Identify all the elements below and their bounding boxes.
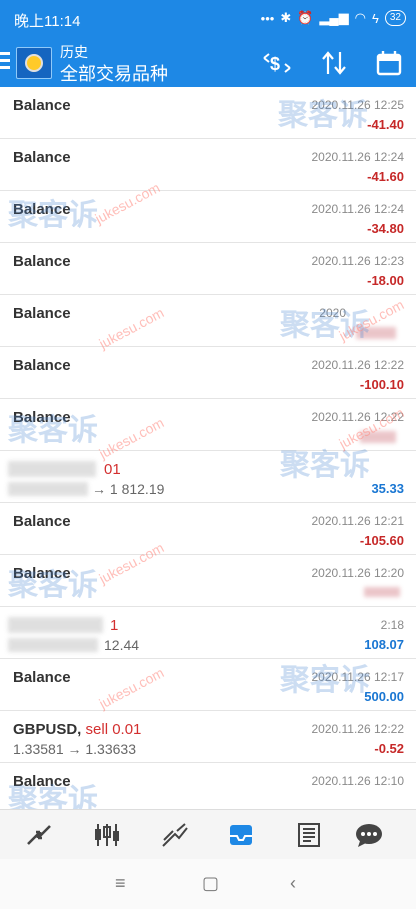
row-side: sell 0.01 xyxy=(85,721,142,738)
svg-text:$: $ xyxy=(270,54,280,74)
redacted-prices xyxy=(8,482,88,496)
history-row[interactable]: Balance 2020.11.26 12:20 xyxy=(0,555,416,607)
row-amount: -0.52 xyxy=(374,741,404,756)
history-row[interactable]: Balance 2020.11.26 12:10 xyxy=(0,763,416,809)
history-row[interactable]: Balance 2020.11.26 12:25 -41.40 xyxy=(0,87,416,139)
dots-icon: ••• xyxy=(260,10,275,26)
row-time: 2020.11.26 12:21 xyxy=(311,514,404,528)
row-time: 2020.11.26 12:17 xyxy=(311,670,404,684)
row-symbol: Balance xyxy=(13,253,71,270)
back-icon[interactable]: ‹ xyxy=(290,873,296,894)
row-side: 1 xyxy=(110,617,119,634)
row-amount: -34.80 xyxy=(367,221,404,236)
system-nav-bar: ≡ ▢ ‹ xyxy=(0,859,416,909)
news-icon[interactable] xyxy=(294,822,324,848)
row-symbol: Balance xyxy=(13,357,71,374)
symbol-filter[interactable]: 全部交易品种 xyxy=(60,60,168,86)
row-symbol: GBPUSD, sell 0.01 xyxy=(13,721,142,738)
history-row[interactable]: Balance 2020 xyxy=(0,295,416,347)
row-prices: 12.44 xyxy=(104,637,140,653)
row-symbol: Balance xyxy=(13,565,71,582)
history-row[interactable]: Balance 2020.11.26 12:21 -105.60 xyxy=(0,503,416,555)
row-amount: -18.00 xyxy=(367,273,404,288)
row-prices: 1.33581 → 1.33633 xyxy=(13,741,136,757)
charging-icon: ϟ xyxy=(371,10,379,26)
history-row[interactable]: GBPUSD, sell 0.01 1.33581 → 1.33633 2020… xyxy=(0,711,416,763)
row-time: 2020.11.26 12:22 xyxy=(311,722,404,736)
row-amount: 108.07 xyxy=(364,637,404,652)
row-side: 01 xyxy=(104,461,121,478)
row-time: 2020.11.26 12:10 xyxy=(311,774,404,788)
app-logo[interactable] xyxy=(16,47,52,79)
history-list[interactable]: Balance 2020.11.26 12:25 -41.40 Balance … xyxy=(0,87,416,809)
status-icons: ••• ✱ ⏰ ▂▄▆ ◠ ϟ 32 xyxy=(261,10,406,26)
page-title: 历史 xyxy=(60,44,88,60)
row-time: 2020.11.26 12:24 xyxy=(311,202,404,216)
history-row[interactable]: Balance 2020.11.26 12:24 -34.80 xyxy=(0,191,416,243)
calendar-icon[interactable] xyxy=(376,50,402,82)
row-time: 2020.11.26 12:24 xyxy=(311,150,404,164)
menu-icon[interactable] xyxy=(0,52,10,72)
history-row[interactable]: 1 12.44 2:18 108.07 xyxy=(0,607,416,659)
redacted-amount xyxy=(360,431,396,443)
history-row[interactable]: Balance 2020.11.26 12:22 xyxy=(0,399,416,451)
row-symbol: Balance xyxy=(13,305,71,322)
row-time: 2020.11.26 12:22 xyxy=(311,410,404,424)
trade-icon[interactable] xyxy=(160,822,190,848)
bottom-navigation xyxy=(0,809,416,860)
row-amount: -41.40 xyxy=(367,117,404,132)
history-row[interactable]: Balance 2020.11.26 12:17 500.00 xyxy=(0,659,416,711)
row-time: 2:18 xyxy=(380,618,404,632)
status-bar: 晚上11:14 ••• ✱ ⏰ ▂▄▆ ◠ ϟ 32 xyxy=(0,0,416,38)
row-time: 2020.11.26 12:23 xyxy=(311,254,404,268)
row-amount: 35.33 xyxy=(371,481,404,496)
history-row[interactable]: Balance 2020.11.26 12:22 -100.10 xyxy=(0,347,416,399)
row-symbol: Balance xyxy=(13,773,71,790)
sort-icon[interactable] xyxy=(320,50,348,82)
row-time: 2020.11.26 12:25 xyxy=(311,98,404,112)
redacted-prices xyxy=(8,638,98,652)
menu-icon[interactable]: ≡ xyxy=(115,873,126,894)
row-amount: 500.00 xyxy=(364,689,404,704)
row-symbol: Balance xyxy=(13,409,71,426)
row-time: 2020.11.26 12:22 xyxy=(311,358,404,372)
redacted-symbol xyxy=(8,461,96,477)
row-symbol: Balance xyxy=(13,201,71,218)
alarm-icon: ⏰ xyxy=(297,10,314,25)
history-icon[interactable] xyxy=(226,822,256,848)
quotes-icon[interactable] xyxy=(24,822,54,848)
chat-icon[interactable] xyxy=(354,822,384,848)
row-prices: → 1 812.19 xyxy=(92,481,165,497)
history-row[interactable]: 01 → 1 812.19 35.33 xyxy=(0,451,416,503)
app-toolbar: 历史 全部交易品种 $ xyxy=(0,38,416,87)
row-symbol: Balance xyxy=(13,97,71,114)
row-time: 2020 xyxy=(319,306,346,320)
bluetooth-icon: ✱ xyxy=(280,10,292,25)
row-amount: -105.60 xyxy=(359,533,404,548)
status-time: 晚上11:14 xyxy=(14,13,81,30)
dollar-swap-icon[interactable]: $ xyxy=(262,50,292,82)
history-row[interactable]: Balance 2020.11.26 12:23 -18.00 xyxy=(0,243,416,295)
home-icon[interactable]: ▢ xyxy=(202,873,219,894)
battery-icon: 32 xyxy=(384,10,406,26)
chart-icon[interactable] xyxy=(92,822,122,848)
row-symbol: Balance xyxy=(13,513,71,530)
redacted-amount xyxy=(364,587,400,597)
redacted-amount xyxy=(356,327,396,339)
row-time: 2020.11.26 12:20 xyxy=(311,566,404,580)
row-symbol: Balance xyxy=(13,669,71,686)
redacted-symbol xyxy=(8,617,103,633)
history-row[interactable]: Balance 2020.11.26 12:24 -41.60 xyxy=(0,139,416,191)
row-symbol: Balance xyxy=(13,149,71,166)
row-amount: -100.10 xyxy=(359,377,404,392)
signal-icon: ▂▄▆ xyxy=(319,10,349,25)
row-amount: -41.60 xyxy=(367,169,404,184)
wifi-icon: ◠ xyxy=(354,10,366,25)
